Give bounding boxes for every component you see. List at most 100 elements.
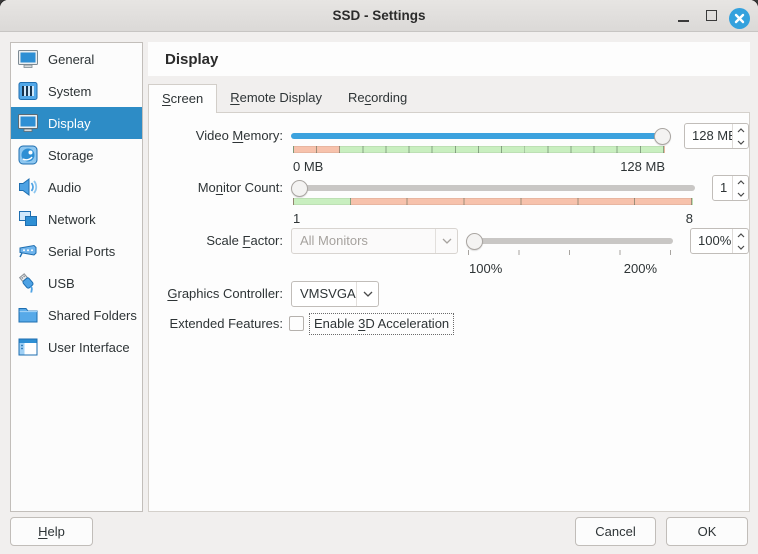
label-part: D Acceleration [365, 316, 449, 331]
label-part: Enable [314, 316, 358, 331]
scale-factor-slider[interactable] [466, 238, 673, 244]
scale-factor-spinbox[interactable]: 100% [690, 228, 749, 254]
sidebar-item-storage[interactable]: Storage [11, 139, 142, 171]
video-memory-slider-handle[interactable] [654, 128, 671, 145]
window-title: SSD - Settings [0, 0, 758, 32]
sidebar-item-user-interface[interactable]: User Interface [11, 331, 142, 363]
sidebar: General System Display Storage Audio [10, 42, 143, 512]
sidebar-item-system[interactable]: System [11, 75, 142, 107]
page-title: Display [165, 51, 218, 68]
spin-down-button[interactable] [733, 241, 748, 253]
system-icon [16, 79, 40, 103]
monitor-count-value[interactable]: 1 [713, 176, 732, 200]
screen-tab-panel: Video Memory: 0 MB 128 MB 128 MB Monitor… [148, 112, 750, 512]
spin-up-button[interactable] [733, 229, 748, 241]
scale-factor-max-label: 200% [624, 261, 657, 276]
general-icon [16, 47, 40, 71]
scale-factor-value[interactable]: 100% [691, 229, 732, 253]
sidebar-item-general[interactable]: General [11, 43, 142, 75]
tab-screen[interactable]: Screen [148, 84, 217, 113]
enable-3d-label[interactable]: Enable 3D Acceleration [311, 315, 452, 333]
scale-factor-min-label: 100% [469, 261, 502, 276]
minimize-icon [678, 20, 689, 22]
monitor-count-slider[interactable] [291, 185, 695, 191]
ok-button[interactable]: OK [666, 517, 748, 546]
extended-features-label: Extended Features: [149, 315, 283, 333]
tab-bar: Screen Remote Display Recording [148, 84, 420, 113]
monitor-count-min-label: 1 [293, 211, 300, 226]
help-button[interactable]: Help [10, 517, 93, 546]
close-button[interactable] [729, 8, 750, 29]
enable-3d-checkbox[interactable] [289, 316, 304, 331]
spin-buttons [732, 176, 748, 200]
spin-buttons [732, 124, 748, 148]
usb-icon [16, 271, 40, 295]
label-part: Scale [206, 233, 242, 248]
label-mnemonic: M [232, 128, 243, 143]
spin-up-button[interactable] [733, 124, 748, 136]
sidebar-item-label: Display [48, 116, 91, 131]
tab-label-mnemonic: S [162, 91, 171, 106]
scale-factor-monitor-combobox[interactable]: All Monitors [291, 228, 458, 254]
network-icon [16, 207, 40, 231]
sidebar-item-network[interactable]: Network [11, 203, 142, 235]
label-mnemonic: G [167, 286, 177, 301]
spin-buttons [732, 229, 748, 253]
minimize-button[interactable] [676, 8, 692, 24]
video-memory-label: Video Memory: [149, 123, 283, 149]
sidebar-item-serial-ports[interactable]: Serial Ports [11, 235, 142, 267]
spin-down-button[interactable] [733, 188, 748, 200]
monitor-count-max-label: 8 [686, 211, 693, 226]
maximize-button[interactable] [705, 9, 719, 23]
sidebar-item-label: User Interface [48, 340, 130, 355]
sidebar-item-label: Storage [48, 148, 94, 163]
video-memory-spinbox[interactable]: 128 MB [684, 123, 749, 149]
cancel-button[interactable]: Cancel [575, 517, 656, 546]
tab-label-part: creen [171, 91, 204, 106]
scale-factor-monitor-value: All Monitors [292, 229, 435, 253]
graphics-controller-label: Graphics Controller: [149, 281, 283, 307]
label-part: Video [196, 128, 233, 143]
maximize-icon [706, 10, 717, 21]
storage-icon [16, 143, 40, 167]
tab-recording[interactable]: Recording [335, 84, 420, 112]
sidebar-item-audio[interactable]: Audio [11, 171, 142, 203]
video-memory-tick-strip [293, 146, 665, 153]
audio-icon [16, 175, 40, 199]
close-icon [734, 13, 745, 24]
label-part: elp [48, 524, 65, 539]
sidebar-item-label: Audio [48, 180, 81, 195]
sidebar-item-display[interactable]: Display [11, 107, 142, 139]
label-part: actor: [250, 233, 283, 248]
monitor-count-slider-handle[interactable] [291, 180, 308, 197]
label-part: itor Count: [223, 180, 283, 195]
video-memory-min-label: 0 MB [293, 159, 323, 174]
tab-remote-display[interactable]: Remote Display [217, 84, 335, 112]
monitor-count-spinbox[interactable]: 1 [712, 175, 749, 201]
monitor-count-label: Monitor Count: [149, 175, 283, 201]
sidebar-item-label: Network [48, 212, 96, 227]
scale-factor-slider-handle[interactable] [466, 233, 483, 250]
chevron-down-icon [435, 229, 457, 253]
sidebar-item-label: Serial Ports [48, 244, 115, 259]
tab-label-mnemonic: R [230, 90, 239, 105]
video-memory-value[interactable]: 128 MB [685, 124, 732, 148]
shared-folders-icon [16, 303, 40, 327]
sidebar-item-shared-folders[interactable]: Shared Folders [11, 299, 142, 331]
spin-up-button[interactable] [733, 176, 748, 188]
graphics-controller-combobox[interactable]: VMSVGA [291, 281, 379, 307]
sidebar-item-usb[interactable]: USB [11, 267, 142, 299]
spin-down-button[interactable] [733, 136, 748, 148]
chevron-down-icon [356, 282, 378, 306]
titlebar[interactable]: SSD - Settings [0, 0, 758, 32]
sidebar-item-label: System [48, 84, 91, 99]
sidebar-item-label: General [48, 52, 94, 67]
label-part: Mo [198, 180, 216, 195]
page-header: Display [148, 42, 750, 76]
label-mnemonic: n [216, 180, 223, 195]
tab-label-part: Re [348, 90, 365, 105]
scale-factor-tick-marks [468, 250, 671, 255]
label-part: raphics Controller: [178, 286, 284, 301]
monitor-count-tick-strip [293, 198, 693, 205]
video-memory-slider[interactable] [291, 133, 667, 139]
